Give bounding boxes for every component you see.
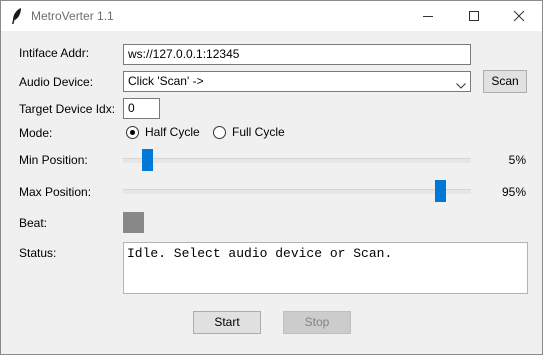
beat-label: Beat: — [19, 216, 48, 230]
interface-address-input[interactable]: ws://127.0.0.1:12345 — [123, 44, 471, 65]
maximize-button[interactable] — [451, 1, 497, 31]
beat-indicator — [123, 212, 144, 233]
feather-icon — [10, 7, 24, 25]
status-label: Status: — [19, 246, 57, 260]
start-button[interactable]: Start — [193, 311, 261, 334]
target-device-label: Target Device Idx: — [19, 102, 116, 116]
minimize-icon — [423, 16, 433, 17]
radio-selected-icon — [126, 126, 139, 139]
max-position-slider-track[interactable] — [123, 189, 471, 194]
audio-device-value: Click 'Scan' -> — [128, 74, 204, 88]
min-position-slider-track[interactable] — [123, 158, 471, 163]
max-position-slider-thumb[interactable] — [434, 180, 446, 202]
status-textbox[interactable]: Idle. Select audio device or Scan. — [123, 242, 528, 294]
radio-unselected-icon — [213, 126, 226, 139]
title-bar: MetroVerter 1.1 — [1, 1, 542, 31]
min-position-value: 5% — [508, 153, 526, 167]
mode-option-label: Full Cycle — [232, 125, 285, 139]
window-title: MetroVerter 1.1 — [31, 9, 114, 23]
mode-label: Mode: — [19, 126, 53, 140]
interface-address-label: Intiface Addr: — [19, 46, 90, 60]
app-window: MetroVerter 1.1 Intiface Addr: ws://127.… — [0, 0, 543, 355]
mode-option-label: Half Cycle — [145, 125, 200, 139]
minimize-button[interactable] — [405, 1, 451, 31]
close-icon — [513, 10, 525, 22]
maximize-icon — [469, 11, 479, 21]
scan-button[interactable]: Scan — [483, 70, 527, 93]
min-position-slider-thumb[interactable] — [142, 149, 154, 171]
target-device-input[interactable]: 0 — [123, 98, 160, 119]
audio-device-label: Audio Device: — [19, 75, 94, 89]
max-position-value: 95% — [501, 185, 526, 199]
stop-button[interactable]: Stop — [283, 311, 351, 334]
close-button[interactable] — [496, 1, 542, 31]
min-position-label: Min Position: — [19, 153, 88, 167]
max-position-label: Max Position: — [19, 185, 92, 199]
audio-device-select[interactable]: Click 'Scan' -> — [123, 71, 471, 92]
chevron-down-icon — [456, 78, 466, 92]
